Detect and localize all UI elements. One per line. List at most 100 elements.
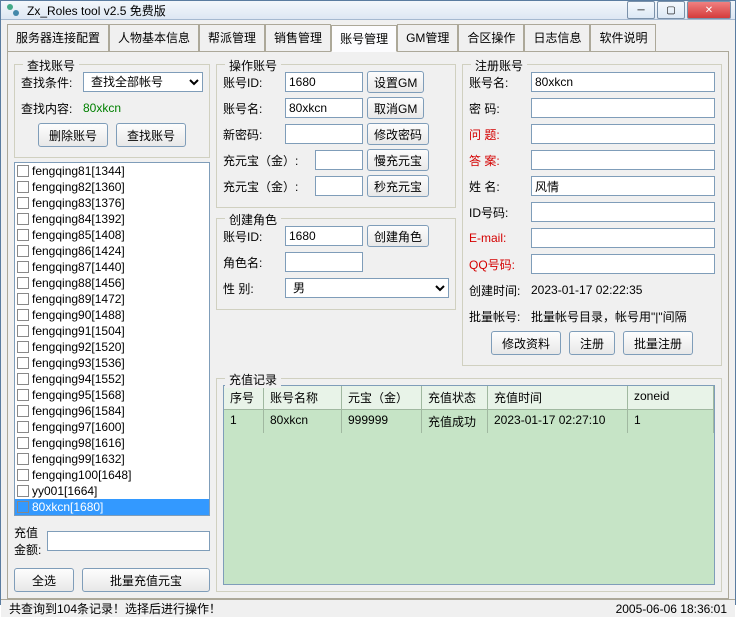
- list-item[interactable]: yy001[1664]: [15, 483, 209, 499]
- list-item[interactable]: fengqing89[1472]: [15, 291, 209, 307]
- col-zone[interactable]: zoneid: [628, 386, 714, 409]
- list-item-label: fengqing93[1536]: [32, 356, 125, 370]
- list-item[interactable]: 80xkcn[1680]: [15, 499, 209, 515]
- create-role-button[interactable]: 创建角色: [367, 225, 429, 247]
- reg-qq-input[interactable]: [531, 254, 715, 274]
- cr-id-input[interactable]: [285, 226, 363, 246]
- col-time[interactable]: 充值时间: [488, 386, 628, 409]
- tab-合区操作[interactable]: 合区操作: [458, 24, 524, 51]
- list-item[interactable]: fengqing99[1632]: [15, 451, 209, 467]
- op-name-input[interactable]: [285, 98, 363, 118]
- list-item[interactable]: fengqing96[1584]: [15, 403, 209, 419]
- col-gold[interactable]: 元宝（金）: [342, 386, 422, 409]
- list-item[interactable]: fengqing88[1456]: [15, 275, 209, 291]
- op-newpwd-input[interactable]: [285, 124, 363, 144]
- checkbox-icon[interactable]: [17, 309, 29, 321]
- reg-answer-label: 答 案:: [469, 152, 527, 169]
- change-pwd-button[interactable]: 修改密码: [367, 123, 429, 145]
- checkbox-icon[interactable]: [17, 405, 29, 417]
- maximize-button[interactable]: ▢: [657, 1, 685, 19]
- tab-人物基本信息[interactable]: 人物基本信息: [109, 24, 199, 51]
- tab-销售管理[interactable]: 销售管理: [265, 24, 331, 51]
- cr-name-input[interactable]: [285, 252, 363, 272]
- list-item[interactable]: fengqing90[1488]: [15, 307, 209, 323]
- find-account-button[interactable]: 查找账号: [116, 123, 186, 147]
- list-item[interactable]: fengqing84[1392]: [15, 211, 209, 227]
- select-all-button[interactable]: 全选: [14, 568, 74, 592]
- list-item[interactable]: fengqing95[1568]: [15, 387, 209, 403]
- checkbox-icon[interactable]: [17, 485, 29, 497]
- checkbox-icon[interactable]: [17, 373, 29, 385]
- op-gold1-label: 充元宝（金）:: [223, 152, 311, 169]
- checkbox-icon[interactable]: [17, 165, 29, 177]
- tab-软件说明[interactable]: 软件说明: [590, 24, 656, 51]
- op-gold1-input[interactable]: [315, 150, 363, 170]
- tab-日志信息[interactable]: 日志信息: [524, 24, 590, 51]
- col-name[interactable]: 账号名称: [264, 386, 342, 409]
- reg-answer-input[interactable]: [531, 150, 715, 170]
- col-status[interactable]: 充值状态: [422, 386, 488, 409]
- close-button[interactable]: ✕: [687, 1, 731, 19]
- checkbox-icon[interactable]: [17, 501, 29, 513]
- list-item[interactable]: fengqing81[1344]: [15, 163, 209, 179]
- batch-register-button[interactable]: 批量注册: [623, 331, 693, 355]
- checkbox-icon[interactable]: [17, 213, 29, 225]
- account-listbox[interactable]: fengqing81[1344]fengqing82[1360]fengqing…: [14, 162, 210, 516]
- tab-账号管理[interactable]: 账号管理: [331, 25, 397, 52]
- table-row[interactable]: 180xkcn999999充值成功2023-01-17 02:27:101: [224, 410, 714, 433]
- cancel-gm-button[interactable]: 取消GM: [367, 97, 424, 119]
- checkbox-icon[interactable]: [17, 261, 29, 273]
- set-gm-button[interactable]: 设置GM: [367, 71, 424, 93]
- slow-recharge-button[interactable]: 慢充元宝: [367, 149, 429, 171]
- fast-recharge-button[interactable]: 秒充元宝: [367, 175, 429, 197]
- list-item[interactable]: fengqing93[1536]: [15, 355, 209, 371]
- checkbox-icon[interactable]: [17, 245, 29, 257]
- tab-GM管理[interactable]: GM管理: [397, 24, 458, 51]
- list-item[interactable]: fengqing85[1408]: [15, 227, 209, 243]
- col-seq[interactable]: 序号: [224, 386, 264, 409]
- list-item[interactable]: fengqing98[1616]: [15, 435, 209, 451]
- operate-legend: 操作账号: [225, 57, 281, 74]
- list-item[interactable]: fengqing100[1648]: [15, 467, 209, 483]
- checkbox-icon[interactable]: [17, 437, 29, 449]
- cr-gender-select[interactable]: 男: [285, 278, 449, 298]
- reg-idcard-input[interactable]: [531, 202, 715, 222]
- register-button[interactable]: 注册: [569, 331, 615, 355]
- minimize-button[interactable]: ─: [627, 1, 655, 19]
- cr-name-label: 角色名:: [223, 254, 281, 271]
- list-item[interactable]: fengqing83[1376]: [15, 195, 209, 211]
- checkbox-icon[interactable]: [17, 421, 29, 433]
- list-item[interactable]: fengqing87[1440]: [15, 259, 209, 275]
- tab-帮派管理[interactable]: 帮派管理: [199, 24, 265, 51]
- reg-question-input[interactable]: [531, 124, 715, 144]
- reg-name-input[interactable]: [531, 72, 715, 92]
- checkbox-icon[interactable]: [17, 229, 29, 241]
- list-item[interactable]: fengqing92[1520]: [15, 339, 209, 355]
- list-item[interactable]: fengqing82[1360]: [15, 179, 209, 195]
- checkbox-icon[interactable]: [17, 341, 29, 353]
- list-item[interactable]: fengqing97[1600]: [15, 419, 209, 435]
- checkbox-icon[interactable]: [17, 197, 29, 209]
- search-cond-select[interactable]: 查找全部帐号: [83, 72, 203, 92]
- reg-email-input[interactable]: [531, 228, 715, 248]
- reg-pwd-input[interactable]: [531, 98, 715, 118]
- modify-info-button[interactable]: 修改资料: [491, 331, 561, 355]
- checkbox-icon[interactable]: [17, 469, 29, 481]
- op-gold2-input[interactable]: [315, 176, 363, 196]
- batch-recharge-button[interactable]: 批量充值元宝: [82, 568, 210, 592]
- reg-realname-input[interactable]: [531, 176, 715, 196]
- list-item[interactable]: fengqing94[1552]: [15, 371, 209, 387]
- checkbox-icon[interactable]: [17, 357, 29, 369]
- list-item[interactable]: fengqing91[1504]: [15, 323, 209, 339]
- amount-input[interactable]: [47, 531, 210, 551]
- checkbox-icon[interactable]: [17, 325, 29, 337]
- checkbox-icon[interactable]: [17, 453, 29, 465]
- delete-account-button[interactable]: 删除账号: [38, 123, 108, 147]
- list-item[interactable]: fengqing86[1424]: [15, 243, 209, 259]
- tab-服务器连接配置[interactable]: 服务器连接配置: [7, 24, 109, 51]
- op-id-input[interactable]: [285, 72, 363, 92]
- checkbox-icon[interactable]: [17, 293, 29, 305]
- checkbox-icon[interactable]: [17, 181, 29, 193]
- checkbox-icon[interactable]: [17, 277, 29, 289]
- checkbox-icon[interactable]: [17, 389, 29, 401]
